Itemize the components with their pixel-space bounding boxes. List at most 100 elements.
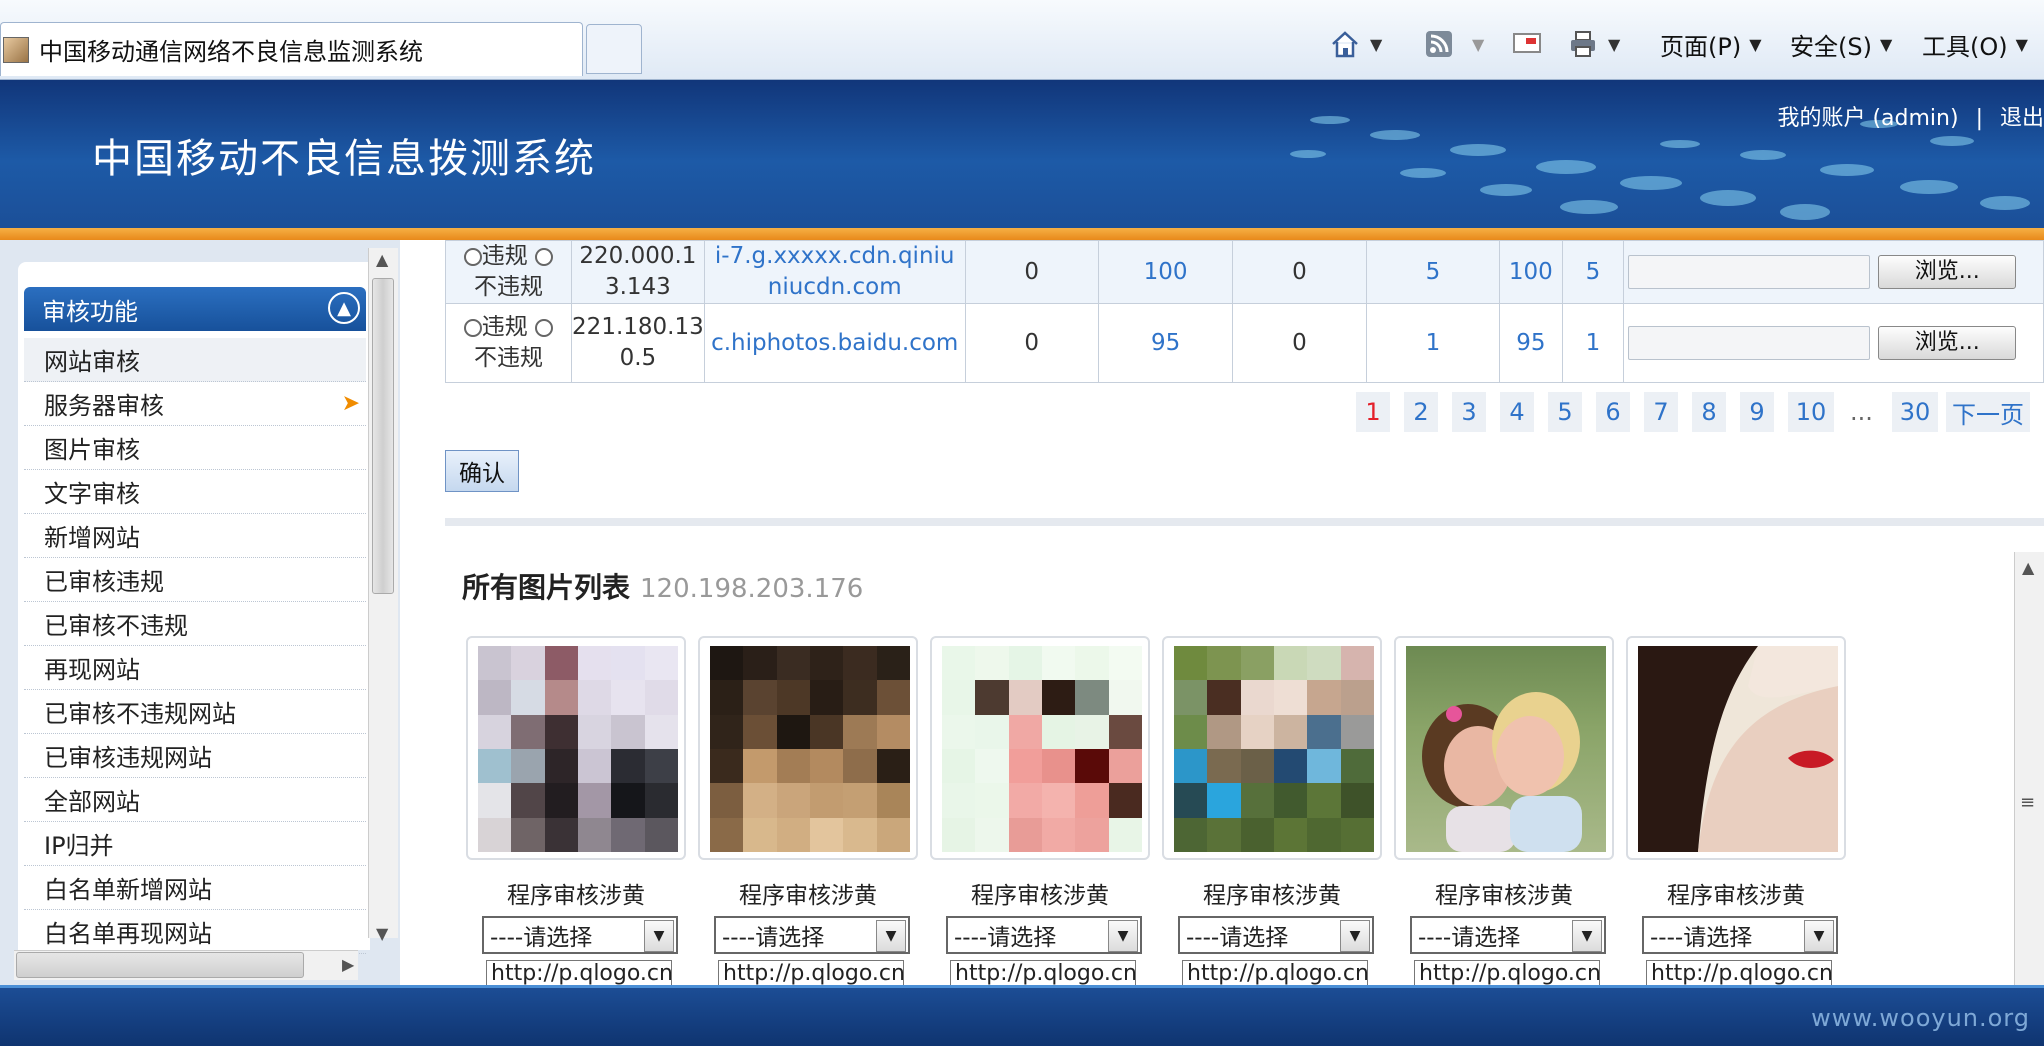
ip-cell: 220.000.1 3.143 [570, 239, 705, 305]
chevron-down-icon[interactable]: ▼ [1572, 920, 1602, 952]
page-link-4[interactable]: 4 [1500, 392, 1534, 432]
sidebar-item-text-review[interactable]: 文字审核 [24, 470, 366, 514]
collapse-icon[interactable]: ▲ [328, 292, 360, 324]
account-link[interactable]: 我的账户 (admin) [1777, 106, 1958, 131]
sidebar-item-website-review[interactable]: 网站审核 [24, 338, 366, 382]
page-menu[interactable]: 页面(P) ▼ [1660, 24, 1762, 64]
browse-button[interactable]: 浏览... [1878, 255, 2017, 290]
count-cell[interactable]: 5 [1365, 239, 1501, 305]
sidebar-item-reappeared-sites[interactable]: 再现网站 [24, 646, 366, 690]
page-link-6[interactable]: 6 [1596, 392, 1630, 432]
tools-menu[interactable]: 工具(O) ▼ [1922, 24, 2028, 64]
next-page-link[interactable]: 下一页 [1946, 392, 2030, 432]
count-cell[interactable]: 95 [1499, 303, 1563, 384]
ip-text: 220.000.1 [579, 243, 697, 269]
safety-menu[interactable]: 安全(S) ▼ [1790, 24, 1892, 64]
image-thumbnail[interactable] [1174, 646, 1374, 852]
count-cell[interactable]: 100 [1499, 239, 1563, 305]
sidebar-item-server-review[interactable]: 服务器审核 ➤ [24, 382, 366, 426]
page-link-5[interactable]: 5 [1548, 392, 1582, 432]
image-card[interactable] [466, 636, 686, 860]
image-thumbnail[interactable] [1406, 646, 1606, 852]
radio-ok[interactable] [535, 318, 554, 337]
image-thumbnail[interactable] [478, 646, 678, 852]
count-cell[interactable]: 1 [1561, 303, 1625, 384]
domain-cell[interactable]: i-7.g.xxxxx.cdn.qiniu niucdn.com [703, 239, 966, 305]
count-cell[interactable]: 5 [1561, 239, 1625, 305]
page-link-7[interactable]: 7 [1644, 392, 1678, 432]
browse-button[interactable]: 浏览... [1878, 326, 2017, 361]
image-thumbnail[interactable] [710, 646, 910, 852]
scroll-down-icon[interactable]: ▼ [376, 924, 388, 943]
home-button[interactable]: ▼ [1330, 22, 1382, 66]
image-card[interactable] [1626, 636, 1846, 860]
print-button[interactable]: ▼ [1568, 22, 1620, 66]
image-thumbnail[interactable] [1638, 646, 1838, 852]
chevron-down-icon[interactable]: ▼ [1340, 920, 1370, 952]
image-card[interactable] [698, 636, 918, 860]
sidebar-hscroll-thumb[interactable] [16, 952, 304, 978]
sidebar-item-whitelist-new[interactable]: 白名单新增网站 [24, 866, 366, 910]
image-caption: 程序审核涉黄 [1435, 883, 1573, 909]
select-value: ----请选择 [722, 925, 825, 951]
review-select[interactable]: ----请选择 ▼ [1178, 916, 1374, 954]
image-card[interactable] [1394, 636, 1614, 860]
chevron-down-icon[interactable]: ▼ [876, 920, 906, 952]
review-select[interactable]: ----请选择 ▼ [1642, 916, 1838, 954]
image-thumbnail[interactable] [942, 646, 1142, 852]
scroll-up-icon[interactable]: ▲ [2022, 558, 2034, 577]
option-label: 不违规 [473, 345, 543, 372]
file-path-input[interactable] [1628, 326, 1871, 361]
scroll-grip-icon[interactable]: ≡ [2020, 792, 2035, 813]
sidebar-section-title[interactable]: 审核功能 [24, 287, 366, 331]
sidebar-item-reviewed-violation-sites[interactable]: 已审核违规网站 [24, 734, 366, 778]
review-select[interactable]: ----请选择 ▼ [1410, 916, 1606, 954]
confirm-button[interactable]: 确认 [445, 450, 519, 492]
chevron-down-icon[interactable]: ▼ [1370, 35, 1382, 54]
chevron-down-icon[interactable]: ▼ [1108, 920, 1138, 952]
sidebar-item-whitelist-reappeared[interactable]: 白名单再现网站 [24, 910, 366, 954]
sidebar-item-reviewed-ok-sites[interactable]: 已审核不违规网站 [24, 690, 366, 734]
file-path-input[interactable] [1628, 255, 1871, 290]
sidebar-item-label: IP归并 [44, 832, 114, 860]
radio-violation[interactable] [463, 247, 482, 266]
chevron-down-icon[interactable]: ▼ [1472, 35, 1484, 54]
sidebar-item-reviewed-ok[interactable]: 已审核不违规 [24, 602, 366, 646]
count-cell[interactable]: 1 [1365, 303, 1501, 384]
domain-cell[interactable]: c.hiphotos.baidu.com [703, 303, 966, 384]
review-select[interactable]: ----请选择 ▼ [714, 916, 910, 954]
radio-ok[interactable] [535, 247, 554, 266]
logout-link[interactable]: 退出 [2000, 106, 2044, 131]
sidebar-scroll-thumb[interactable] [372, 278, 394, 594]
chevron-down-icon[interactable]: ▼ [1804, 920, 1834, 952]
content-vertical-scrollbar[interactable] [2014, 552, 2044, 992]
sidebar-item-reviewed-violation[interactable]: 已审核违规 [24, 558, 366, 602]
count-cell[interactable]: 100 [1097, 239, 1234, 305]
image-card[interactable] [930, 636, 1150, 860]
sidebar-item-new-sites[interactable]: 新增网站 [24, 514, 366, 558]
radio-violation[interactable] [463, 318, 482, 337]
scroll-right-icon[interactable]: ▶ [342, 955, 354, 974]
count-cell[interactable]: 95 [1097, 303, 1234, 384]
mail-button[interactable] [1512, 22, 1542, 66]
review-select[interactable]: ----请选择 ▼ [482, 916, 678, 954]
chevron-down-icon[interactable]: ▼ [644, 920, 674, 952]
image-card[interactable] [1162, 636, 1382, 860]
page-link-9[interactable]: 9 [1740, 392, 1774, 432]
page-link-3[interactable]: 3 [1452, 392, 1486, 432]
browser-tab[interactable]: 中国移动通信网络不良信息监测系统 [0, 22, 583, 76]
page-link-1[interactable]: 1 [1356, 392, 1390, 432]
select-value: ----请选择 [1418, 925, 1521, 951]
sidebar-item-ip-merge[interactable]: IP归并 [24, 822, 366, 866]
new-tab-button[interactable] [586, 24, 642, 74]
scroll-up-icon[interactable]: ▲ [376, 250, 388, 269]
page-link-last[interactable]: 30 [1892, 392, 1938, 432]
sidebar-item-all-sites[interactable]: 全部网站 [24, 778, 366, 822]
page-link-8[interactable]: 8 [1692, 392, 1726, 432]
page-link-10[interactable]: 10 [1788, 392, 1834, 432]
sidebar-item-image-review[interactable]: 图片审核 [24, 426, 366, 470]
feeds-button[interactable]: ▼ [1424, 22, 1484, 66]
page-link-2[interactable]: 2 [1404, 392, 1438, 432]
chevron-down-icon[interactable]: ▼ [1608, 35, 1620, 54]
review-select[interactable]: ----请选择 ▼ [946, 916, 1142, 954]
